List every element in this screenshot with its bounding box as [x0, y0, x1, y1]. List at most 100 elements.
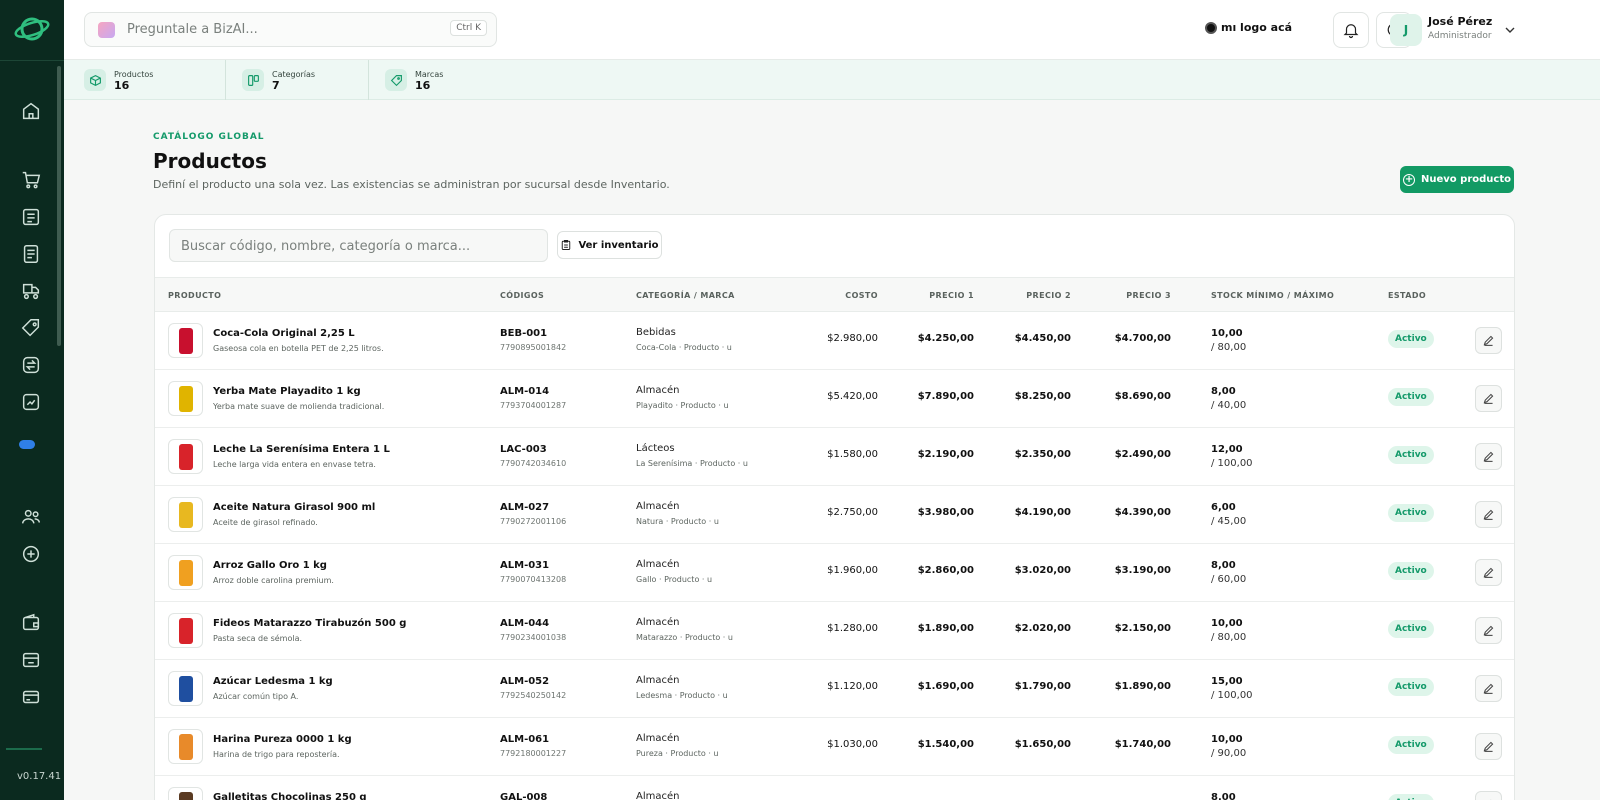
- notifications-button[interactable]: [1333, 12, 1369, 48]
- table-row[interactable]: Arroz Gallo Oro 1 kg Arroz doble carolin…: [155, 544, 1514, 602]
- stat-products[interactable]: Productos 16: [64, 60, 224, 100]
- transfer-icon[interactable]: [20, 354, 42, 376]
- status-badge: Activo: [1388, 330, 1434, 348]
- view-inventory-button[interactable]: Ver inventario: [557, 231, 662, 259]
- wallet-icon[interactable]: [20, 612, 42, 634]
- edit-button[interactable]: [1475, 559, 1502, 586]
- product-code: ALM-014: [500, 386, 550, 397]
- product-price-1: $7.890,00: [917, 391, 974, 402]
- brand-text: mı logo acá: [1221, 21, 1293, 34]
- status-badge: Activo: [1388, 504, 1434, 522]
- product-description: Gaseosa cola en botella PET de 2,25 litr…: [213, 344, 384, 353]
- edit-button[interactable]: [1475, 443, 1502, 470]
- stock-min: 6,00: [1211, 502, 1236, 513]
- home-icon[interactable]: [20, 100, 42, 122]
- stock-min: 12,00: [1211, 444, 1243, 455]
- store-icon[interactable]: [20, 649, 42, 671]
- product-category: Almacén: [636, 791, 680, 800]
- planet-logo-icon[interactable]: [13, 12, 51, 46]
- product-brand: Gallo · Producto · u: [636, 575, 713, 584]
- status-badge: Activo: [1388, 388, 1434, 406]
- product-description: Yerba mate suave de molienda tradicional…: [213, 402, 385, 411]
- tag-icon[interactable]: [20, 317, 42, 339]
- cloud-icon[interactable]: [19, 440, 35, 449]
- clipboard-icon: [562, 240, 571, 250]
- stock-max: / 100,00: [1211, 458, 1253, 469]
- compass-icon[interactable]: [20, 543, 42, 565]
- product-category: Lácteos: [636, 443, 675, 454]
- card-icon[interactable]: [20, 686, 42, 708]
- list-icon[interactable]: [20, 206, 42, 228]
- product-category: Almacén: [636, 501, 680, 512]
- table-row[interactable]: Leche La Serenísima Entera 1 L Leche lar…: [155, 428, 1514, 486]
- edit-button[interactable]: [1475, 327, 1502, 354]
- product-category: Almacén: [636, 559, 680, 570]
- stat-brands[interactable]: Marcas 16: [365, 60, 505, 100]
- page-eyebrow: CATÁLOGO GLOBAL: [153, 132, 265, 142]
- edit-button[interactable]: [1475, 791, 1502, 800]
- col-price2[interactable]: PRECIO 2: [981, 291, 1071, 300]
- status-badge: Activo: [1388, 562, 1434, 580]
- table-row[interactable]: Aceite Natura Girasol 900 ml Aceite de g…: [155, 486, 1514, 544]
- product-thumbnail: [168, 497, 203, 532]
- table-row[interactable]: Galletitas Chocolinas 250 g GAL-008 Alma…: [155, 776, 1514, 800]
- ai-search-input[interactable]: Preguntale a BizAI... Ctrl K: [84, 12, 497, 47]
- new-product-button[interactable]: + Nuevo producto: [1400, 166, 1514, 193]
- product-description: Leche larga vida entera en envase tetra.: [213, 460, 376, 469]
- new-product-label: Nuevo producto: [1421, 174, 1511, 185]
- col-cost[interactable]: COSTO: [788, 291, 878, 300]
- chart-icon[interactable]: [20, 391, 42, 413]
- product-cost: $1.030,00: [827, 739, 878, 750]
- product-search-input[interactable]: Buscar código, nombre, categoría o marca…: [169, 229, 548, 262]
- product-price-2: $1.790,00: [1014, 681, 1071, 692]
- product-price-1: $4.250,00: [917, 333, 974, 344]
- col-price1[interactable]: PRECIO 1: [884, 291, 974, 300]
- col-codes[interactable]: CÓDIGOS: [500, 291, 544, 300]
- app-version: v0.17.41: [17, 771, 62, 782]
- pencil-icon: [1483, 625, 1494, 636]
- edit-button[interactable]: [1475, 617, 1502, 644]
- col-price3[interactable]: PRECIO 3: [1081, 291, 1171, 300]
- product-category: Almacén: [636, 675, 680, 686]
- col-stock[interactable]: STOCK MÍNIMO / MÁXIMO: [1211, 291, 1334, 300]
- product-brand: Pureza · Producto · u: [636, 749, 719, 758]
- edit-button[interactable]: [1475, 501, 1502, 528]
- product-description: Pasta seca de sémola.: [213, 634, 303, 643]
- col-category[interactable]: CATEGORÍA / MARCA: [636, 291, 735, 300]
- product-cost: $2.750,00: [827, 507, 878, 518]
- table-row[interactable]: Coca-Cola Original 2,25 L Gaseosa cola e…: [155, 312, 1514, 370]
- product-brand: Natura · Producto · u: [636, 517, 719, 526]
- document-icon[interactable]: [20, 243, 42, 265]
- table-header: PRODUCTO CÓDIGOS CATEGORÍA / MARCA COSTO…: [155, 277, 1514, 312]
- page-title: Productos: [153, 149, 267, 173]
- tag-icon: [385, 69, 407, 91]
- product-code: LAC-003: [500, 444, 547, 455]
- product-price-2: $8.250,00: [1014, 391, 1071, 402]
- users-icon[interactable]: [20, 506, 42, 528]
- edit-button[interactable]: [1475, 675, 1502, 702]
- table-row[interactable]: Yerba Mate Playadito 1 kg Yerba mate sua…: [155, 370, 1514, 428]
- product-image: [178, 791, 193, 800]
- stat-categories[interactable]: Categorías 7: [222, 60, 362, 100]
- product-price-2: $1.650,00: [1014, 739, 1071, 750]
- col-product[interactable]: PRODUCTO: [168, 291, 221, 300]
- product-cost: $5.420,00: [827, 391, 878, 402]
- product-brand: Coca-Cola · Producto · u: [636, 343, 732, 352]
- table-row[interactable]: Harina Pureza 0000 1 kg Harina de trigo …: [155, 718, 1514, 776]
- cart-icon[interactable]: [20, 169, 42, 191]
- product-thumbnail: [168, 613, 203, 648]
- table-row[interactable]: Azúcar Ledesma 1 kg Azúcar común tipo A.…: [155, 660, 1514, 718]
- stats-bar: Productos 16 Categorías 7 Marcas 16: [64, 60, 1600, 100]
- chevron-down-icon[interactable]: [1504, 24, 1516, 36]
- status-badge: Activo: [1388, 736, 1434, 754]
- edit-button[interactable]: [1475, 733, 1502, 760]
- product-brand: Ledesma · Producto · u: [636, 691, 728, 700]
- product-code: ALM-031: [500, 560, 550, 571]
- delivery-icon[interactable]: [20, 280, 42, 302]
- status-badge: Activo: [1388, 794, 1434, 800]
- avatar[interactable]: J: [1390, 14, 1422, 46]
- edit-button[interactable]: [1475, 385, 1502, 412]
- sidebar-scrollbar[interactable]: [57, 66, 61, 346]
- col-status[interactable]: ESTADO: [1388, 291, 1426, 300]
- table-row[interactable]: Fideos Matarazzo Tirabuzón 500 g Pasta s…: [155, 602, 1514, 660]
